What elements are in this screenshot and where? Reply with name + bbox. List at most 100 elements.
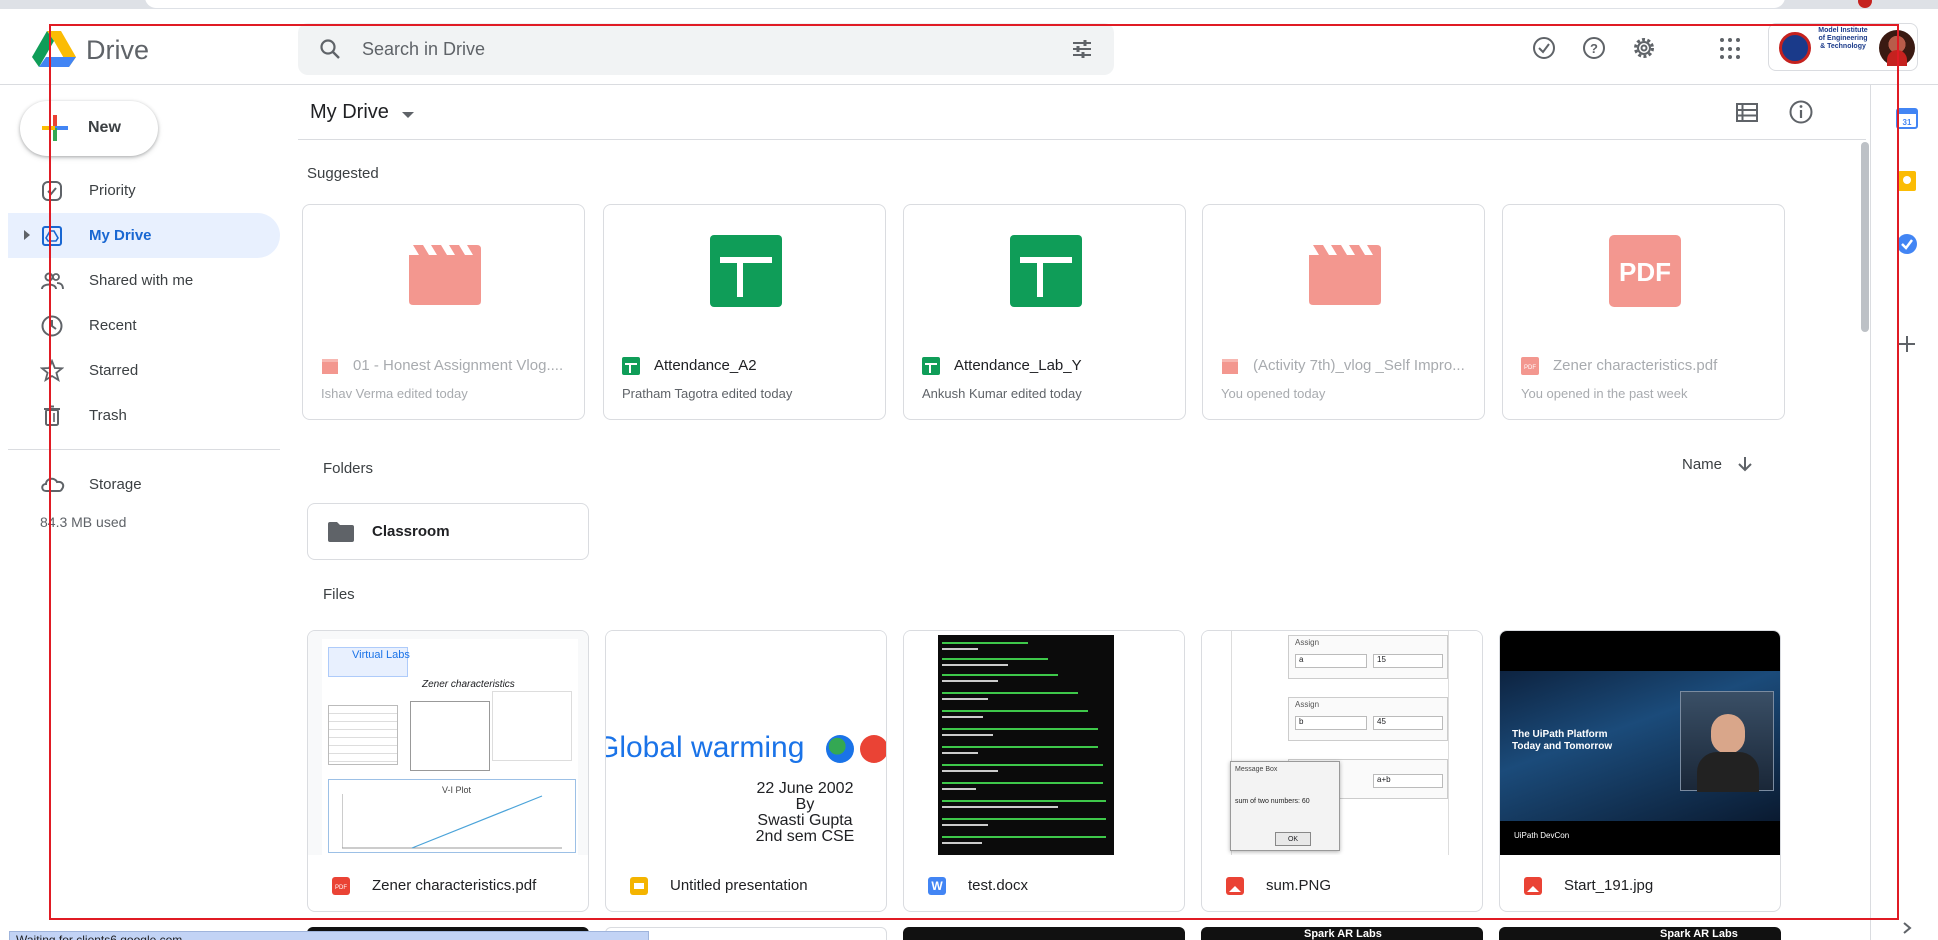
settings-gear-icon[interactable] bbox=[1630, 34, 1658, 62]
spark-ar-label: Spark AR Labs bbox=[1304, 928, 1382, 940]
svg-text:31: 31 bbox=[1903, 118, 1912, 127]
file-card[interactable]: The UiPath Platform Today and Tomorrow U… bbox=[1499, 630, 1781, 912]
user-avatar[interactable] bbox=[1879, 30, 1915, 66]
slides-icon bbox=[630, 877, 648, 895]
message-box: Message Box sum of two numbers: 60 OK bbox=[1230, 761, 1340, 851]
card-activity: You opened today bbox=[1221, 386, 1326, 401]
svg-text:PDF: PDF bbox=[335, 885, 347, 891]
suggested-card[interactable]: PDF PDF Zener characteristics.pdf You op… bbox=[1502, 204, 1785, 420]
card-name: Zener characteristics.pdf bbox=[1553, 357, 1718, 374]
sidebar-item-trash[interactable]: Trash bbox=[8, 393, 280, 438]
file-card[interactable]: Global warming 22 June 2002 By Swasti Gu… bbox=[605, 630, 887, 912]
search-options-icon[interactable] bbox=[1070, 37, 1094, 61]
suggested-card[interactable]: Attendance_A2 Pratham Tagotra edited tod… bbox=[603, 204, 886, 420]
search-bar[interactable]: Search in Drive bbox=[298, 23, 1114, 75]
workflow-var-a: a bbox=[1295, 654, 1367, 668]
sidebar-item-shared-with-me[interactable]: Shared with me bbox=[8, 258, 280, 303]
pdf-icon: PDF bbox=[1521, 357, 1539, 375]
suggested-card[interactable]: Attendance_Lab_Y Ankush Kumar edited tod… bbox=[903, 204, 1186, 420]
browser-profile-icon[interactable] bbox=[1858, 0, 1872, 8]
arrow-down-icon[interactable] bbox=[1736, 455, 1754, 473]
offline-ready-icon[interactable] bbox=[1530, 34, 1558, 62]
keep-icon[interactable] bbox=[1896, 170, 1918, 192]
account-switcher[interactable]: Model Institute of Engineering & Technol… bbox=[1768, 23, 1918, 71]
card-activity: You opened in the past week bbox=[1521, 386, 1688, 401]
institute-name: Model Institute of Engineering & Technol… bbox=[1818, 27, 1868, 50]
file-name: sum.PNG bbox=[1266, 877, 1332, 894]
google-apps-icon[interactable] bbox=[1720, 38, 1742, 60]
chevron-down-icon[interactable] bbox=[402, 112, 414, 118]
sidebar-item-storage[interactable]: Storage bbox=[8, 466, 280, 502]
drive-logo-icon[interactable] bbox=[32, 31, 76, 67]
search-icon[interactable] bbox=[318, 37, 342, 61]
sidebar-item-starred[interactable]: Starred bbox=[8, 348, 280, 393]
file-card[interactable]: Virtual Labs Zener characteristics V-I P… bbox=[307, 630, 589, 912]
shared-icon bbox=[41, 272, 64, 290]
list-view-icon[interactable] bbox=[1736, 103, 1758, 123]
file-card[interactable]: W test.docx bbox=[903, 630, 1185, 912]
spreadsheet-icon bbox=[710, 235, 782, 307]
scrollbar-thumb[interactable] bbox=[1861, 142, 1869, 332]
suggested-card[interactable]: 01 - Honest Assignment Vlog.... Ishav Ve… bbox=[302, 204, 585, 420]
video-icon bbox=[1222, 359, 1238, 374]
help-icon[interactable]: ? bbox=[1580, 34, 1608, 62]
browser-status-bar: Waiting for clients6.google.com... bbox=[9, 931, 649, 940]
new-button-label: New bbox=[88, 119, 121, 136]
folder-item[interactable]: Classroom bbox=[307, 503, 589, 560]
new-button[interactable]: New bbox=[20, 101, 158, 156]
address-field[interactable] bbox=[145, 0, 1785, 8]
expand-caret-icon[interactable] bbox=[24, 230, 30, 240]
card-name: 01 - Honest Assignment Vlog.... bbox=[353, 357, 564, 374]
file-thumbnail bbox=[904, 631, 1184, 855]
file-card[interactable]: Assign a 15 Assign b 45 a+b Message Box … bbox=[1201, 630, 1483, 912]
page-title[interactable]: My Drive bbox=[310, 101, 389, 124]
card-name: (Activity 7th)_vlog _Self Impro... bbox=[1253, 357, 1465, 374]
chevron-right-icon[interactable] bbox=[1900, 921, 1914, 935]
search-input[interactable]: Search in Drive bbox=[362, 39, 485, 60]
app-title[interactable]: Drive bbox=[86, 35, 149, 66]
workflow-var-b: b bbox=[1295, 716, 1367, 730]
card-title-row: (Activity 7th)_vlog _Self Impro... bbox=[1221, 356, 1471, 376]
storage-label: Storage bbox=[89, 476, 142, 493]
sort-by-name-button[interactable]: Name bbox=[1682, 456, 1722, 473]
video-icon bbox=[322, 359, 338, 374]
svg-text:PDF: PDF bbox=[1619, 257, 1671, 287]
thumb-logo-text: Virtual Labs bbox=[352, 649, 410, 661]
add-addon-icon[interactable] bbox=[1896, 333, 1918, 355]
svg-text:?: ? bbox=[1590, 41, 1598, 56]
file-thumbnail: Assign a 15 Assign b 45 a+b Message Box … bbox=[1202, 631, 1482, 855]
calendar-icon[interactable]: 31 bbox=[1896, 107, 1918, 129]
spreadsheet-icon bbox=[1010, 235, 1082, 307]
file-card-partial[interactable] bbox=[903, 927, 1185, 940]
file-card-partial[interactable] bbox=[1499, 927, 1781, 940]
institute-logo-icon bbox=[1779, 32, 1811, 64]
card-name: Attendance_Lab_Y bbox=[954, 357, 1082, 374]
star-icon bbox=[40, 359, 64, 382]
file-thumbnail: Global warming 22 June 2002 By Swasti Gu… bbox=[606, 631, 886, 855]
tasks-icon[interactable] bbox=[1896, 233, 1918, 255]
workflow-val-a: 15 bbox=[1373, 654, 1443, 668]
my-drive-icon bbox=[42, 226, 62, 246]
workflow-assign-label: Assign bbox=[1295, 700, 1320, 709]
sidebar-item-priority[interactable]: Priority bbox=[8, 168, 280, 213]
info-icon[interactable] bbox=[1788, 99, 1814, 125]
slide-date: 22 June 2002 bbox=[756, 780, 854, 797]
storage-used-text: 84.3 MB used bbox=[40, 514, 127, 530]
pdf-icon: PDF bbox=[332, 877, 350, 895]
browser-url-bar bbox=[0, 0, 1938, 9]
thumb-plot-line bbox=[342, 794, 562, 849]
suggested-card[interactable]: (Activity 7th)_vlog _Self Impro... You o… bbox=[1202, 204, 1485, 420]
file-name: Untitled presentation bbox=[670, 877, 808, 894]
sidebar-item-my-drive[interactable]: My Drive bbox=[8, 213, 280, 258]
pdf-file-icon: PDF bbox=[1609, 235, 1681, 307]
sidebar-item-label: My Drive bbox=[89, 227, 152, 244]
card-name: Attendance_A2 bbox=[654, 357, 757, 374]
files-heading: Files bbox=[323, 586, 355, 603]
slide-by: By bbox=[795, 796, 815, 813]
slide-author: Swasti Gupta bbox=[757, 812, 853, 829]
side-panel-rail: 31 bbox=[1870, 85, 1938, 940]
sidebar-item-label: Priority bbox=[89, 182, 136, 199]
folders-heading: Folders bbox=[323, 460, 374, 477]
sidebar-item-recent[interactable]: Recent bbox=[8, 303, 280, 348]
globe-icon bbox=[826, 735, 854, 763]
